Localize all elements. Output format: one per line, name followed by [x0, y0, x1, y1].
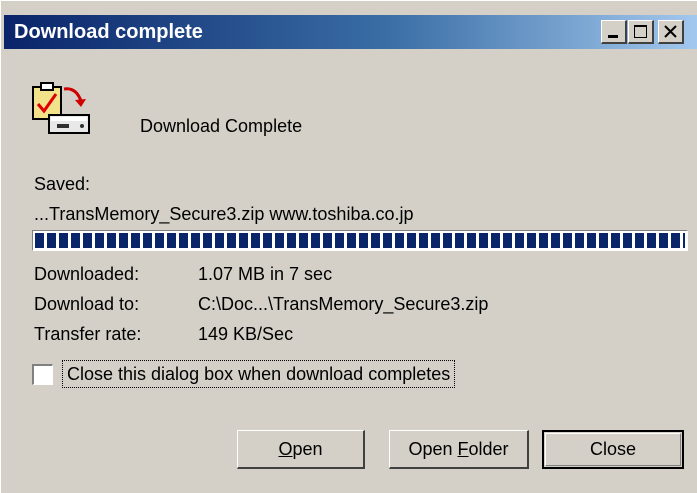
download-complete-icon [32, 82, 90, 134]
download-complete-dialog: Download complete Download Complete Save… [0, 0, 697, 493]
maximize-icon [634, 25, 647, 38]
close-window-button[interactable] [658, 20, 684, 44]
download-complete-label: Download Complete [140, 116, 303, 136]
close-icon [664, 25, 677, 38]
download-progress-bar [32, 230, 688, 251]
open-folder-button[interactable]: Open Folder [389, 430, 529, 469]
open-button[interactable]: Open [237, 430, 365, 469]
minimize-button[interactable] [601, 20, 627, 44]
close-button[interactable]: Close [542, 430, 684, 469]
title-bar[interactable]: Download complete [4, 15, 697, 49]
close-on-complete-checkbox[interactable] [32, 364, 53, 385]
download-to-value: C:\Doc...\TransMemory_Secure3.zip [198, 294, 489, 314]
maximize-button[interactable] [628, 20, 654, 44]
download-to-label: Download to: [34, 294, 140, 314]
open-folder-button-label: Open Folder [408, 438, 509, 459]
saved-label: Saved: [34, 174, 91, 194]
open-button-label: Open [278, 438, 323, 459]
saved-file-value: ...TransMemory_Secure3.zip www.toshiba.c… [34, 204, 414, 224]
transfer-rate-value: 149 KB/Sec [198, 324, 294, 344]
transfer-rate-label: Transfer rate: [34, 324, 142, 344]
progress-fill [35, 233, 685, 248]
minimize-icon [608, 35, 618, 38]
downloaded-value: 1.07 MB in 7 sec [198, 264, 333, 284]
downloaded-label: Downloaded: [34, 264, 140, 284]
close-on-complete-label[interactable]: Close this dialog box when download comp… [62, 360, 456, 388]
window-title: Download complete [14, 21, 203, 43]
close-button-label: Close [589, 439, 637, 459]
